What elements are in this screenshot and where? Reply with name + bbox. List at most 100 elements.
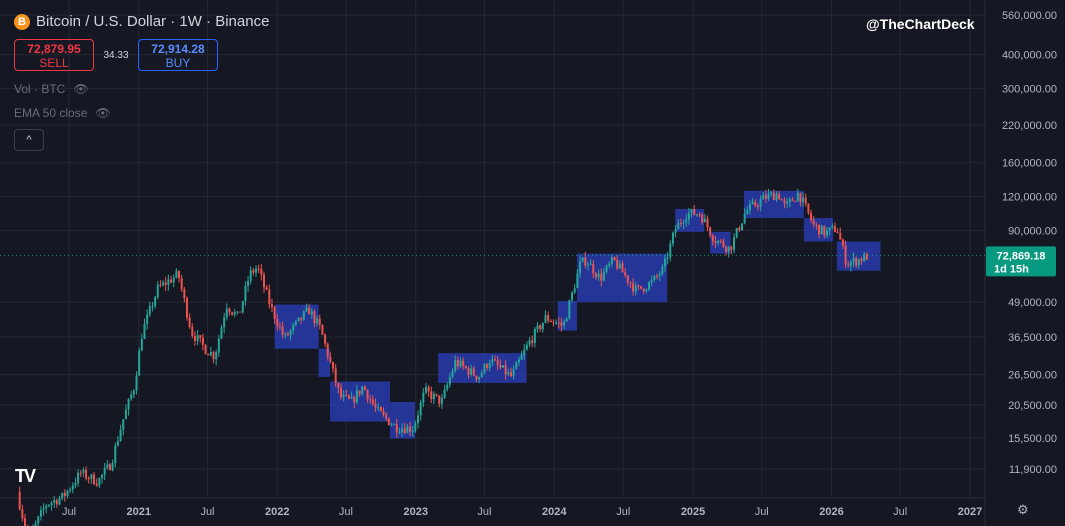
candle-body [127, 399, 130, 410]
candle-body [778, 193, 781, 199]
candle-body [324, 334, 327, 344]
candle-body [642, 288, 645, 292]
symbol-title: Bitcoin / U.S. Dollar · 1W · Binance [36, 13, 270, 30]
candle-body [687, 212, 690, 220]
candle-body [865, 253, 868, 260]
last-price-label: 72,869.18 [997, 250, 1046, 262]
gear-icon[interactable]: ⚙ [1017, 502, 1029, 518]
candle-body [629, 282, 632, 284]
quote-panel: 72,879.95 SELL 34.33 72,914.28 BUY [14, 39, 218, 71]
candle-body [833, 226, 836, 232]
indicator-volume[interactable]: Vol · BTC 👁︎ [14, 82, 89, 96]
candle-body [528, 340, 531, 345]
symbol-header[interactable]: B Bitcoin / U.S. Dollar · 1W · Binance [14, 13, 269, 30]
candle-body [563, 321, 566, 326]
candle-body [170, 279, 173, 283]
candle-body [857, 259, 860, 266]
candle-body [90, 474, 93, 479]
candle-body [703, 218, 706, 223]
candle-body [305, 307, 308, 312]
price-axis[interactable]: 560,000.00 400,000.00 300,000.00 220,000.00… [1002, 10, 1057, 476]
candle-body [300, 317, 303, 320]
indicator-volume-label: Vol · BTC [14, 82, 66, 96]
candle-body [93, 474, 96, 485]
candle-body [74, 482, 77, 486]
candle-body [326, 343, 329, 357]
candle-body [841, 239, 844, 246]
candle-body [735, 228, 738, 238]
x-tick-label: Jul [200, 506, 214, 518]
candle-body [624, 272, 627, 276]
y-tick-label: 300,000.00 [1002, 84, 1057, 96]
candle-body [369, 399, 372, 401]
candle-body [148, 306, 151, 315]
candle-body [788, 199, 791, 203]
time-axis[interactable]: Jul 2021 Jul 2022 Jul 2023 Jul 2024 Jul 2025 Jul 20… [62, 506, 982, 518]
candle-body [159, 284, 162, 286]
candle-body [424, 387, 427, 393]
price-chart[interactable]: 560,000.00 400,000.00 300,000.00 220,000.00… [0, 0, 1065, 526]
candle-body [637, 285, 640, 287]
tradingview-logo[interactable]: TV [15, 466, 36, 487]
candle-body [804, 197, 807, 204]
candle-body [467, 368, 470, 375]
candle-body [568, 300, 571, 319]
candle-body [438, 395, 441, 404]
candle-body [648, 282, 651, 290]
candle-body [573, 288, 576, 293]
buy-label: BUY [165, 56, 191, 70]
candle-body [23, 518, 26, 526]
sell-label: SELL [39, 56, 69, 70]
candle-body [539, 325, 542, 330]
candle-body [456, 359, 459, 367]
y-tick-label: 26,500.00 [1008, 370, 1057, 382]
candle-body [353, 396, 356, 403]
candle-body [796, 192, 799, 202]
x-tick-label: Jul [477, 506, 491, 518]
candle-body [698, 214, 701, 216]
candle-body [754, 201, 757, 206]
candle-body [332, 362, 335, 369]
candle-body [791, 199, 794, 202]
candle-body [124, 409, 127, 420]
candle-body [653, 275, 656, 281]
candle-body [273, 307, 276, 319]
candle-body [82, 469, 85, 473]
candle-body [79, 472, 82, 474]
candle-body [42, 508, 45, 511]
candle-body [286, 333, 289, 336]
collapse-indicators-button[interactable]: ^ [14, 129, 44, 151]
candle-body [427, 387, 430, 392]
candle-body [525, 344, 528, 350]
candle-body [748, 203, 751, 210]
candle-body [656, 275, 659, 277]
candle-body [523, 349, 526, 355]
candle-body [855, 257, 858, 266]
candle-body [547, 315, 550, 321]
buy-button[interactable]: 72,914.28 BUY [138, 39, 218, 71]
candle-body [486, 364, 489, 369]
eye-off-icon[interactable]: 👁︎ [95, 106, 110, 120]
candle-body [828, 227, 831, 231]
eye-off-icon[interactable]: 👁︎ [73, 82, 88, 96]
candle-body [677, 222, 680, 230]
candle-body [711, 235, 714, 242]
candle-body [417, 415, 420, 424]
candle-body [98, 478, 101, 486]
candle-body [201, 337, 204, 345]
candle-body [725, 246, 728, 252]
sell-button[interactable]: 72,879.95 SELL [14, 39, 94, 71]
candle-body [111, 463, 114, 471]
candle-body [130, 394, 133, 400]
x-tick-label: 2024 [542, 506, 567, 518]
candle-body [409, 426, 412, 432]
candle-body [132, 390, 135, 395]
candle-body [334, 368, 337, 384]
indicator-ema[interactable]: EMA 50 close 👁︎ [14, 106, 111, 120]
candle-body [313, 311, 316, 324]
candle-body [520, 354, 523, 360]
candle-body [292, 324, 295, 331]
candle-body [236, 311, 239, 313]
candle-body [762, 195, 765, 200]
candle-body [249, 270, 252, 281]
